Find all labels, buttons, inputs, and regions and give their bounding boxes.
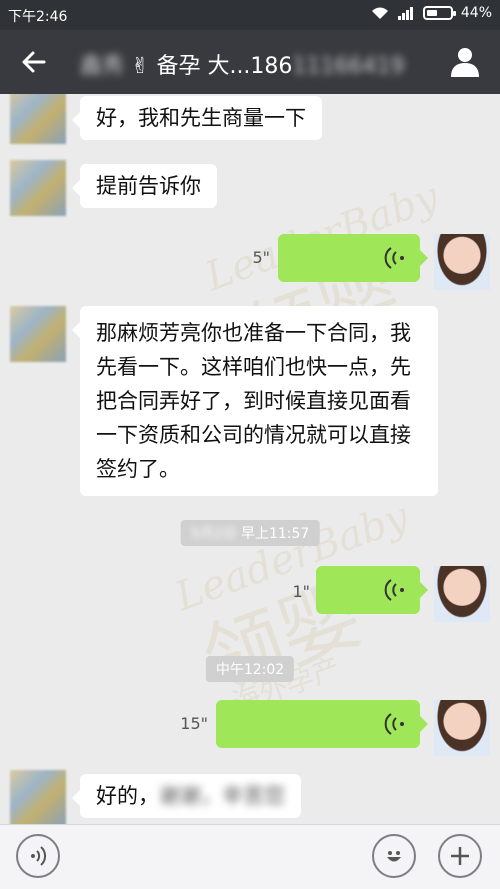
message-bubble[interactable]: 提前告诉你 — [72, 164, 217, 208]
more-button[interactable] — [438, 834, 482, 878]
timestamp-date-blurred: 5月2日 — [190, 526, 237, 542]
voice-input-button[interactable] — [16, 834, 60, 878]
status-time: 下午2:46 — [8, 9, 68, 25]
status-bar: 下午2:46 44% — [0, 0, 500, 30]
contact-phone-blurred: 11166419 — [292, 54, 405, 79]
plus-icon — [451, 847, 469, 865]
voice-duration: 5" — [252, 248, 270, 267]
message-bubble[interactable]: 好，我和先生商量一下 — [72, 96, 322, 140]
contact-emoji: ✌ — [131, 54, 150, 79]
timestamp-text: 早上11:57 — [240, 526, 310, 542]
contact-avatar[interactable] — [10, 160, 66, 216]
wifi-icon — [371, 7, 388, 19]
battery-percent: 44% — [460, 5, 492, 21]
voice-wave-icon — [384, 579, 404, 601]
emoji-icon — [387, 851, 401, 862]
contact-avatar[interactable] — [10, 94, 66, 144]
message-text: 好的， — [96, 784, 159, 808]
voice-duration: 15" — [180, 714, 208, 733]
voice-duration: 1" — [292, 582, 310, 601]
voice-input-icon — [31, 846, 47, 866]
contact-name-blurred: 鑫秀 — [80, 54, 125, 79]
voice-message[interactable] — [316, 566, 428, 614]
signal-icon — [397, 7, 413, 20]
message-bubble[interactable]: 那麻烦芳亮你也准备一下合同，我先看一下。这样咱们也快一点，先把合同弄好了，到时候… — [72, 306, 438, 496]
battery-icon — [422, 6, 456, 20]
my-avatar[interactable] — [434, 566, 490, 622]
timestamp: 5月2日 早上11:57 — [180, 520, 320, 546]
back-arrow-icon[interactable] — [20, 48, 48, 76]
voice-wave-icon — [384, 713, 404, 735]
my-avatar[interactable] — [434, 700, 490, 756]
timestamp: 中午12:02 — [205, 656, 295, 682]
voice-wave-icon — [384, 247, 404, 269]
contact-avatar[interactable] — [10, 306, 66, 362]
message-bubble[interactable]: 好的，谢谢，辛苦您 — [72, 774, 301, 818]
contact-title-text: 备孕 大...186 — [156, 54, 293, 79]
chat-header: 鑫秀 ✌ 备孕 大...18611166419 — [0, 30, 500, 94]
contact-avatar[interactable] — [10, 770, 66, 824]
voice-message[interactable] — [278, 234, 428, 282]
input-bar — [0, 824, 500, 889]
message-text-blurred: 谢谢，辛苦您 — [159, 784, 285, 808]
contact-profile-icon[interactable] — [450, 46, 480, 78]
my-avatar[interactable] — [434, 234, 490, 290]
message-list[interactable]: LeaderBaby 领婴 海外孕产 LeaderBaby 领婴 海外孕产 好，… — [0, 94, 500, 824]
chat-title: 鑫秀 ✌ 备孕 大...18611166419 — [80, 48, 404, 80]
voice-message[interactable] — [216, 700, 428, 748]
emoji-button[interactable] — [372, 834, 416, 878]
